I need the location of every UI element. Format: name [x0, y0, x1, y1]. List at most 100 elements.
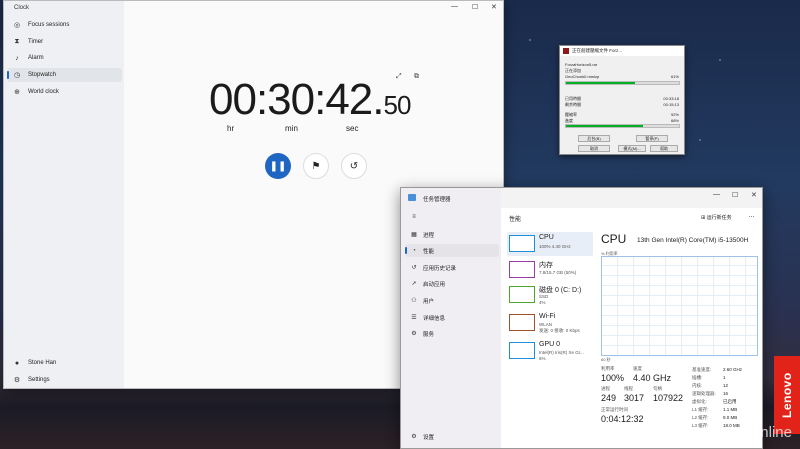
help-button[interactable]: 幫助	[650, 145, 678, 152]
nav-label: 启动应用	[423, 281, 446, 288]
perf-sub: 100% 4.40 GHz	[539, 244, 571, 249]
remaining-value: 00:15:13	[663, 102, 679, 107]
pause-button[interactable]: ❚❚	[265, 153, 291, 179]
elapsed-value: 00:33:18	[663, 96, 679, 101]
picture-in-picture-icon[interactable]: ⧉	[414, 73, 419, 81]
handle-value: 107922	[653, 393, 684, 403]
hamburger-menu[interactable]: ≡	[405, 210, 499, 223]
lap-button[interactable]: ⚑	[303, 153, 329, 179]
progress-value: 68%	[670, 118, 679, 123]
flag-icon: ⚑	[311, 160, 321, 172]
perf-item-wifi[interactable]: Wi-Fi WLAN 发送: 0 接收: 0 Kbps	[507, 311, 593, 335]
tm-nav-services[interactable]: ⚙ 服务	[405, 327, 499, 340]
disk-thumbnail	[509, 286, 535, 303]
background-button[interactable]: 后台(B)	[578, 135, 610, 142]
nav-world-clock[interactable]: ⊕ World clock	[7, 85, 122, 99]
nav-settings[interactable]: ⚙ Settings	[7, 373, 122, 387]
nav-label: 应用历史记录	[423, 265, 457, 272]
pause-rar-button[interactable]: 暫停(P)	[636, 135, 668, 142]
stopwatch-icon: ◷	[13, 72, 21, 79]
gear-icon: ⚙	[411, 434, 417, 440]
lenovo-logo: Lenovo	[774, 356, 800, 434]
handle-label: 句柄	[653, 386, 662, 391]
nav-timer[interactable]: ⧗ Timer	[7, 35, 122, 49]
ratio-value: 92%	[670, 112, 679, 117]
uptime-label: 正常运行时间	[601, 407, 628, 412]
memory-thumbnail	[509, 261, 535, 278]
perf-item-disk[interactable]: 磁盘 0 (C: D:) SSD 4%	[507, 283, 593, 307]
close-button[interactable]: ✕	[491, 3, 497, 11]
perf-name: 内存	[539, 262, 553, 269]
startup-icon: ➚	[411, 281, 417, 287]
info-key: 虚拟化:	[692, 399, 707, 404]
task-manager-window: 任务管理器 ≡ ▦ 进程 ◔ 性能 ↺ 应用历史记录 ➚ 启动应用 ⚇ 用户 ☰ 详细信息 …	[400, 187, 763, 449]
perf-item-cpu[interactable]: CPU 100% 4.40 GHz	[507, 232, 593, 256]
clock-sidebar: Clock ◎ Focus sessions ⧗ Timer ♪ Alarm ◷ Sto…	[4, 1, 124, 388]
tm-nav-users[interactable]: ⚇ 用户	[405, 294, 499, 307]
tm-page-header: 性能	[509, 217, 522, 223]
winrar-logo-icon	[563, 48, 569, 54]
tm-sidebar: 任务管理器 ≡ ▦ 进程 ◔ 性能 ↺ 应用历史记录 ➚ 启动应用 ⚇ 用户 ☰ 详细信息 …	[401, 188, 501, 448]
nav-label: 设置	[423, 434, 435, 441]
info-value: 16	[723, 391, 729, 396]
stopwatch-fraction: 50	[383, 90, 412, 120]
graph-bottom-label: 60 秒	[601, 357, 611, 362]
nav-alarm[interactable]: ♪ Alarm	[7, 51, 122, 65]
perf-item-gpu[interactable]: GPU 0 Intel(R) Iris(R) Xe Gr... 6%	[507, 339, 593, 363]
info-value: 1	[723, 375, 726, 380]
reset-icon: ↺	[349, 160, 359, 172]
user-name: Stone Han	[28, 360, 57, 366]
unit-min: min	[285, 124, 298, 133]
tm-nav-startup[interactable]: ➚ 启动应用	[405, 277, 499, 290]
perf-name: GPU 0	[539, 341, 561, 348]
tm-nav-settings[interactable]: ⚙ 设置	[405, 430, 499, 443]
info-value: 2.60 GHz	[723, 367, 743, 372]
pconline-watermark: PConline	[731, 424, 792, 441]
perf-item-memory[interactable]: 内存 7.8/15.7 GB (50%)	[507, 258, 593, 282]
nav-stopwatch[interactable]: ◷ Stopwatch	[7, 68, 122, 82]
nav-focus-sessions[interactable]: ◎ Focus sessions	[7, 18, 122, 32]
stopwatch-display: 00:30:42.50	[209, 75, 412, 125]
services-icon: ⚙	[411, 331, 417, 337]
details-icon: ☰	[411, 315, 417, 321]
cancel-button[interactable]: 取消	[578, 145, 610, 152]
nav-label: 用户	[423, 298, 435, 305]
more-options-icon[interactable]: …	[748, 212, 755, 219]
cpu-thumbnail	[509, 235, 535, 252]
perf-name: Wi-Fi	[539, 313, 556, 320]
winrar-dialog: 正在創建壓縮文件 Forz... ForzaHorizon5.rar 正在添加 …	[559, 45, 685, 155]
tm-maximize-button[interactable]: ☐	[732, 191, 738, 199]
reset-button[interactable]: ↺	[341, 153, 367, 179]
run-new-task-button[interactable]: ⊞ 运行新任务	[701, 214, 732, 221]
focus-icon: ◎	[13, 22, 21, 29]
gear-icon: ⚙	[13, 377, 21, 384]
proc-label: 进程	[601, 386, 610, 391]
tm-nav-performance[interactable]: ◔ 性能	[405, 244, 499, 257]
util-value: 100%	[601, 373, 625, 383]
thread-label: 线程	[624, 386, 633, 391]
stopwatch-main: 00:30:42.	[209, 75, 384, 124]
nav-label: 性能	[423, 248, 435, 255]
minimize-button[interactable]: —	[451, 3, 458, 10]
tm-title: 任务管理器	[423, 197, 451, 203]
clock-app-title: Clock	[14, 5, 30, 11]
cpu-title: CPU	[601, 232, 627, 246]
info-key: 基准速度:	[692, 367, 712, 372]
tm-minimize-button[interactable]: —	[713, 191, 720, 198]
perf-sub: SSD	[539, 294, 549, 299]
mode-button[interactable]: 模式(M)...	[618, 145, 646, 152]
info-key: L2 缓存:	[692, 415, 709, 420]
unit-sec: sec	[346, 124, 359, 133]
nav-label: 服务	[423, 331, 435, 338]
thread-value: 3017	[624, 393, 645, 403]
tm-close-button[interactable]: ✕	[751, 191, 757, 199]
tm-nav-details[interactable]: ☰ 详细信息	[405, 311, 499, 324]
proc-value: 249	[601, 393, 617, 403]
nav-label: 详细信息	[423, 315, 446, 322]
maximize-button[interactable]: ☐	[472, 3, 478, 11]
tm-nav-app-history[interactable]: ↺ 应用历史记录	[405, 261, 499, 274]
tm-nav-processes[interactable]: ▦ 进程	[405, 228, 499, 241]
avatar: ●	[14, 359, 20, 367]
user-account[interactable]: ● Stone Han	[7, 356, 122, 370]
pause-icon: ❚❚	[269, 160, 287, 172]
